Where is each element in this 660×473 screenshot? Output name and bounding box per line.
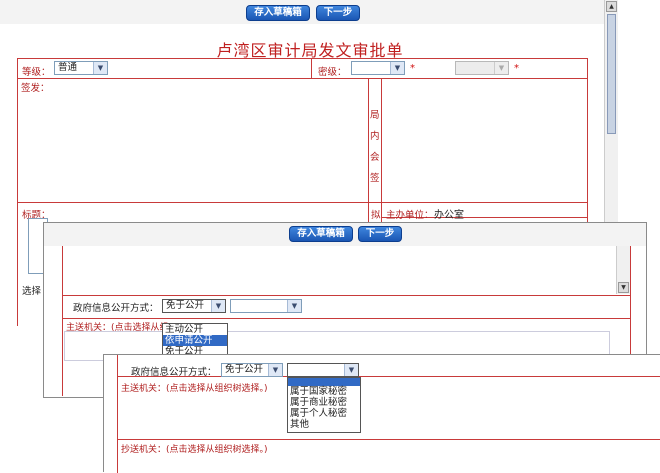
grid-line: [17, 78, 587, 79]
disclosure-select-value: 免于公开: [166, 300, 205, 311]
grid-line: [117, 439, 660, 440]
secret-select[interactable]: ▼: [351, 61, 405, 75]
grid-line: [17, 58, 18, 326]
disclosure-select[interactable]: 免于公开 ▼: [162, 299, 226, 313]
page-scrollbar[interactable]: ▲: [604, 0, 618, 236]
cc-recipient-label: 抄送机关：(点击选择从组织树选择。): [121, 445, 268, 455]
dropdown-option[interactable]: 其他: [288, 419, 360, 430]
scroll-up-icon[interactable]: ▲: [606, 1, 617, 12]
save-draft-button[interactable]: 存入草稿箱: [246, 5, 310, 21]
grid-line: [311, 58, 312, 78]
grade-select-value: 普通: [58, 62, 78, 73]
grid-line: [381, 78, 382, 224]
grid-line: [117, 355, 118, 473]
disclosure-reason-dropdown[interactable]: 属于国家秘密 属于商业秘密 属于个人秘密 其他: [287, 377, 361, 433]
scroll-thumb[interactable]: [607, 14, 616, 134]
disclosure-label: 政府信息公开方式：: [73, 303, 159, 314]
grid-line: [368, 78, 369, 224]
disclosure-reason-select[interactable]: ▼: [287, 363, 359, 377]
grade-select[interactable]: 普通 ▼: [54, 61, 108, 75]
grid-line: [62, 295, 631, 296]
grid-line: [62, 246, 63, 396]
disclosure-label: 政府信息公开方式：: [131, 367, 217, 378]
required-mark: *: [514, 63, 519, 74]
save-draft-button[interactable]: 存入草稿箱: [289, 226, 353, 242]
scroll-down-icon[interactable]: ▼: [618, 282, 629, 293]
dropdown-option[interactable]: 属于国家秘密: [288, 386, 360, 397]
grid-line: [17, 202, 587, 203]
secret-label: 密级：: [318, 67, 347, 78]
front-window: 政府信息公开方式： 免于公开 ▼ ▼ 主送机关：(点击选择从组织树选择。) 抄送…: [103, 354, 660, 473]
secret-term-select: ▼: [455, 61, 509, 75]
chevron-down-icon: ▼: [211, 300, 225, 312]
textarea-scrollbar[interactable]: ▼: [616, 246, 630, 294]
dropdown-option-selected[interactable]: 依申请公开: [163, 335, 227, 346]
next-step-button[interactable]: 下一步: [358, 226, 402, 242]
host-unit-value: 办公室: [434, 210, 464, 221]
select-link[interactable]: 选择: [22, 283, 41, 297]
cosign-label: 局内会签: [370, 110, 380, 184]
required-mark: *: [410, 63, 415, 74]
chevron-down-icon: ▼: [390, 62, 404, 74]
disclosure-select-value: 免于公开: [225, 364, 264, 375]
chevron-down-icon: ▼: [494, 62, 508, 74]
grade-label: 等级：: [22, 67, 51, 78]
disclosure-reason-select[interactable]: ▼: [230, 299, 302, 313]
grid-line: [587, 58, 588, 224]
grid-line: [17, 58, 587, 59]
chevron-down-icon: ▼: [344, 364, 358, 376]
chevron-down-icon: ▼: [268, 364, 282, 376]
grid-line: [62, 318, 631, 319]
dropdown-option-selected[interactable]: [288, 378, 360, 386]
disclosure-select[interactable]: 免于公开 ▼: [221, 363, 283, 377]
dropdown-option[interactable]: 属于商业秘密: [288, 397, 360, 408]
drafter-label: 拟: [371, 210, 381, 221]
host-unit-label: 主办单位：: [386, 210, 434, 221]
next-step-button[interactable]: 下一步: [316, 5, 360, 21]
dropdown-option[interactable]: 主动公开: [163, 324, 227, 335]
main-recipient-label: 主送机关：(点击选择从组织树选择。): [121, 384, 268, 394]
issuer-label: 签发：: [21, 83, 50, 94]
chevron-down-icon: ▼: [93, 62, 107, 74]
chevron-down-icon: ▼: [287, 300, 301, 312]
dropdown-option[interactable]: 属于个人秘密: [288, 408, 360, 419]
